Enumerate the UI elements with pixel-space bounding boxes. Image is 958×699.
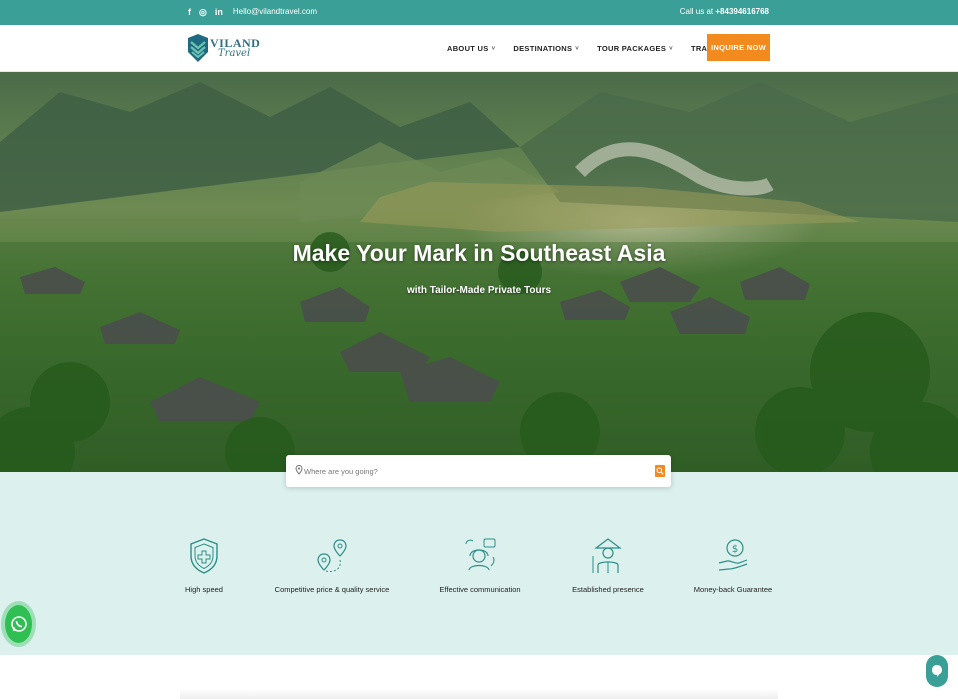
features-section: High speed Competitive price & quality s… [0,472,958,655]
logo-mark-icon [188,34,208,62]
phone-prefix: Call us at [679,7,714,16]
logo-wordmark-sub: Travel [218,48,251,59]
nav-tour-packages[interactable]: TOUR PACKAGES ˅ [597,44,673,53]
hero-title: Make Your Mark in Southeast Asia [292,240,666,266]
email-link[interactable]: Hello@vilandtravel.com [233,6,317,18]
facebook-icon[interactable]: f [188,6,191,18]
chat-icon [932,665,942,677]
next-section [0,655,958,699]
map-pin-icon [295,465,303,475]
site-header: VILAND Travel ABOUT US ˅ DESTINATIONS ˅ … [0,25,958,72]
instagram-icon[interactable]: ◎ [199,6,207,18]
svg-text:$: $ [732,544,738,555]
linkedin-icon[interactable]: in [215,6,223,18]
chat-button[interactable] [926,655,948,687]
nav-label: DESTINATIONS [513,44,573,53]
logo[interactable]: VILAND Travel [188,34,260,66]
search-input[interactable] [304,462,624,480]
feature-label: Money-back Guarantee [693,585,773,594]
search-icon [656,467,664,475]
farmer-icon [592,538,622,573]
money-hand-icon: $ [718,539,748,571]
whatsapp-button[interactable] [5,605,32,643]
nav-label: ABOUT US [447,44,489,53]
section-divider [180,689,778,699]
hero-landscape-image [0,82,958,472]
social-links: f ◎ in Hello@vilandtravel.com [188,6,317,18]
chevron-down-icon: ˅ [669,45,673,52]
map-route-icon [317,539,347,572]
support-agent-icon [465,538,496,571]
hero-banner: Make Your Mark in Southeast Asia with Ta… [0,72,958,472]
main-nav: ABOUT US ˅ DESTINATIONS ˅ TOUR PACKAGES … [447,44,747,53]
search-button[interactable] [655,465,665,477]
chevron-down-icon: ˅ [575,45,580,52]
nav-destinations[interactable]: DESTINATIONS ˅ [513,44,579,53]
shield-plus-icon [190,538,218,574]
whatsapp-icon [10,616,27,632]
phone-number[interactable]: +84394616768 [715,7,769,16]
top-bar: f ◎ in Hello@vilandtravel.com Call us at… [0,0,958,25]
nav-about-us[interactable]: ABOUT US ˅ [447,44,495,53]
nav-label: TOUR PACKAGES [597,44,667,53]
inquire-now-button[interactable]: INQUIRE NOW [707,34,770,61]
destination-search-bar [286,455,671,487]
hero-subtitle: with Tailor-Made Private Tours [406,285,552,296]
feature-label: Competitive price & quality service [274,585,390,594]
phone-contact[interactable]: Call us at +84394616768 [680,7,769,16]
chevron-down-icon: ˅ [491,45,496,52]
